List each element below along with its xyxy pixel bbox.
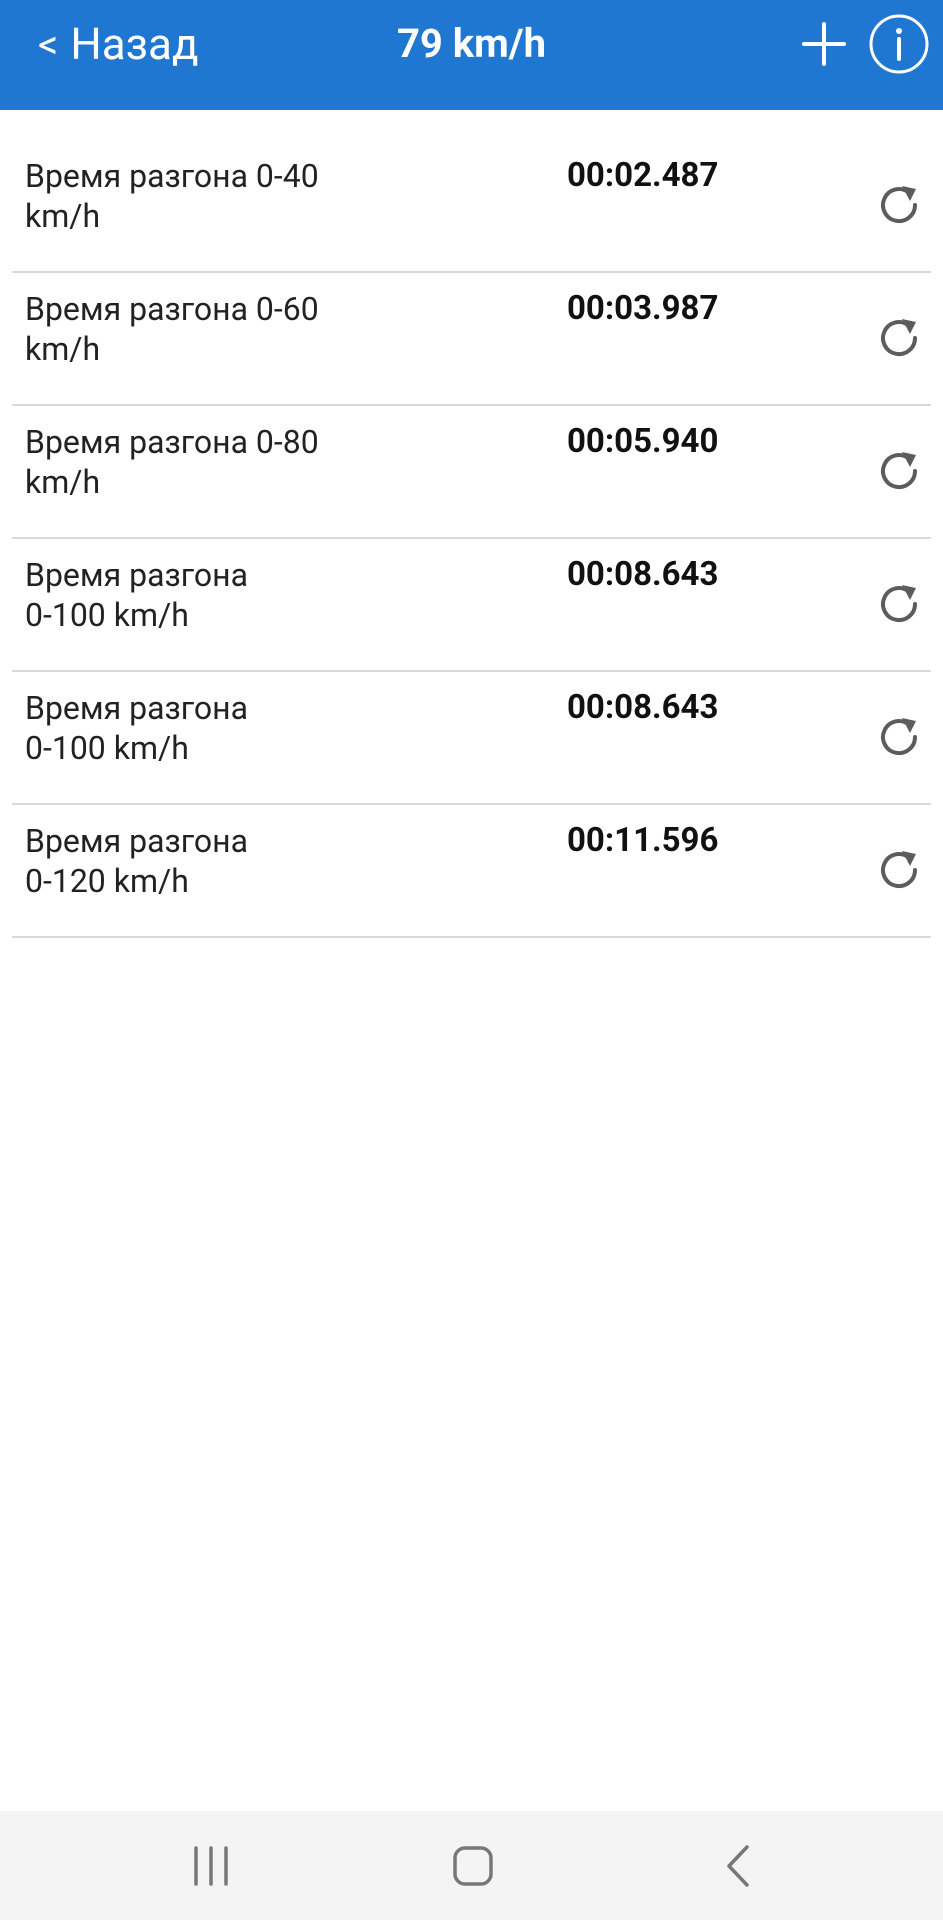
refresh-icon[interactable]: [874, 180, 924, 230]
row-time: 00:03.987: [567, 289, 719, 328]
acceleration-list: Время разгона 0-40 km/h 00:02.487 Время …: [12, 140, 931, 938]
list-item[interactable]: Время разгона 0-60 km/h 00:03.987: [12, 273, 931, 406]
page-title: 79 km/h: [396, 20, 547, 67]
row-time: 00:02.487: [567, 156, 719, 195]
row-time: 00:05.940: [567, 422, 719, 461]
refresh-icon[interactable]: [874, 845, 924, 895]
recent-apps-icon[interactable]: [176, 1831, 246, 1901]
list-item[interactable]: Время разгона 0-100 km/h 00:08.643: [12, 539, 931, 672]
refresh-icon[interactable]: [874, 712, 924, 762]
row-label: Время разгона 0-100 km/h: [25, 556, 248, 634]
row-time: 00:08.643: [567, 688, 719, 727]
chevron-left-icon: <: [38, 20, 59, 68]
row-label: Время разгона 0-60 km/h: [25, 290, 319, 368]
list-item[interactable]: Время разгона 0-120 km/h 00:11.596: [12, 805, 931, 938]
list-item[interactable]: Время разгона 0-100 km/h 00:08.643: [12, 672, 931, 805]
plus-icon[interactable]: [798, 18, 850, 70]
back-icon[interactable]: [703, 1831, 773, 1901]
home-icon[interactable]: [438, 1831, 508, 1901]
row-label: Время разгона 0-80 km/h: [25, 423, 319, 501]
row-label: Время разгона 0-100 km/h: [25, 689, 248, 767]
row-label: Время разгона 0-40 km/h: [25, 157, 319, 235]
app-header: < Назад 79 km/h: [0, 0, 943, 110]
refresh-icon[interactable]: [874, 446, 924, 496]
row-time: 00:11.596: [567, 821, 719, 860]
back-button-label: Назад: [70, 18, 199, 70]
list-item[interactable]: Время разгона 0-40 km/h 00:02.487: [12, 140, 931, 273]
refresh-icon[interactable]: [874, 313, 924, 363]
info-icon[interactable]: [868, 13, 930, 75]
back-button[interactable]: < Назад: [38, 14, 199, 74]
system-navbar: [0, 1811, 943, 1920]
row-time: 00:08.643: [567, 555, 719, 594]
row-label: Время разгона 0-120 km/h: [25, 822, 248, 900]
list-item[interactable]: Время разгона 0-80 km/h 00:05.940: [12, 406, 931, 539]
refresh-icon[interactable]: [874, 579, 924, 629]
